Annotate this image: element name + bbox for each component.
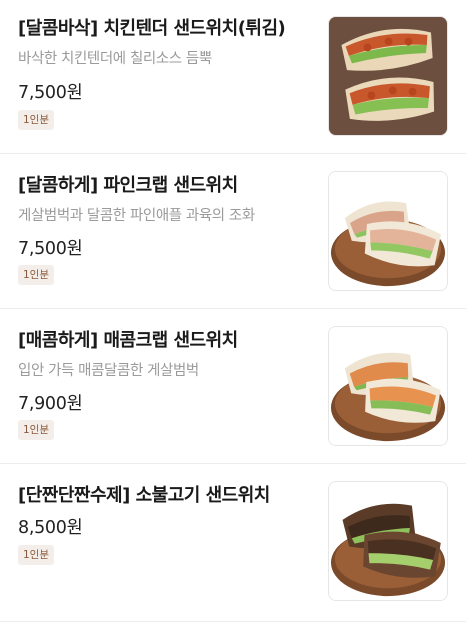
menu-item[interactable]: [단짠단짠수제] 소불고기 샌드위치 8,500원 1인분 <box>0 464 466 622</box>
menu-item-price: 8,500원 <box>18 518 83 538</box>
menu-item-price: 7,500원 <box>18 239 83 259</box>
menu-item-price: 7,900원 <box>18 394 83 414</box>
menu-item-description: 게살범벅과 달콤한 파인애플 과육의 조화 <box>18 208 255 224</box>
menu-item-title: [매콤하게] 매콤크랩 샌드위치 <box>18 330 238 351</box>
menu-item-description: 바삭한 치킨텐더에 칠리소스 듬뿍 <box>18 51 212 67</box>
menu-item-title: [달콤바삭] 치킨텐더 샌드위치(튀김) <box>18 18 286 39</box>
menu-item-title: [단짠단짠수제] 소불고기 샌드위치 <box>18 485 270 506</box>
serving-size-badge: 1인분 <box>18 110 55 130</box>
menu-item[interactable]: [달콤바삭] 치킨텐더 샌드위치(튀김) 바삭한 치킨텐더에 칠리소스 듬뿍 7… <box>0 0 466 154</box>
pine-crab-sandwich-photo[interactable] <box>328 171 448 291</box>
menu-item[interactable]: [매콤하게] 매콤크랩 샌드위치 입안 가득 매콤달콤한 게살범벅 7,900원… <box>0 309 466 464</box>
serving-size-badge: 1인분 <box>18 545 55 565</box>
menu-item-title: [달콤하게] 파인크랩 샌드위치 <box>18 175 238 196</box>
menu-item-description: 입안 가득 매콤달콤한 게살범벅 <box>18 363 199 379</box>
menu-item[interactable]: [달콤하게] 파인크랩 샌드위치 게살범벅과 달콤한 파인애플 과육의 조화 7… <box>0 154 466 309</box>
bulgogi-sandwich-photo[interactable] <box>328 481 448 601</box>
serving-size-badge: 1인분 <box>18 265 55 285</box>
spicy-crab-sandwich-photo[interactable] <box>328 326 448 446</box>
menu-item-price: 7,500원 <box>18 83 83 103</box>
serving-size-badge: 1인분 <box>18 420 55 440</box>
chicken-tender-sandwich-photo[interactable] <box>328 16 448 136</box>
menu-list: [달콤바삭] 치킨텐더 샌드위치(튀김) 바삭한 치킨텐더에 칠리소스 듬뿍 7… <box>0 0 466 622</box>
